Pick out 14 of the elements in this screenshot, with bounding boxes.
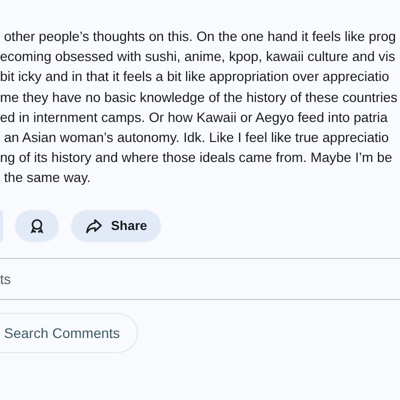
search-comments-field[interactable]: Search Comments: [0, 312, 138, 353]
post-text-line: ng of its history and where those ideals came from. Maybe I’m be: [0, 149, 392, 168]
post-text-line: other people’s thoughts on this. On the one hand it feels like prog: [3, 28, 396, 46]
post-text-line: the same way.: [3, 169, 91, 188]
post-text-line: ed in internment camps. Or how Kawaii or Aegyo feed into patria: [0, 108, 388, 127]
share-icon: [85, 218, 103, 234]
post-text-line: an Asian woman’s autonomy. Idk. Like I feel like true appreciatio: [3, 129, 389, 148]
post-text-line: me they have no basic knowledge of the history of these countries: [0, 88, 398, 107]
share-button[interactable]: Share: [71, 210, 162, 242]
award-button[interactable]: [15, 210, 59, 242]
post-text-line: bit icky and in that it feels a bit like appropriation over appreciatio: [0, 68, 390, 86]
comments-heading: ts: [0, 270, 12, 289]
award-icon: [29, 218, 45, 234]
post-text-line: ecoming obsessed with sushi, anime, kpop, kawaii culture and vis: [0, 48, 396, 66]
